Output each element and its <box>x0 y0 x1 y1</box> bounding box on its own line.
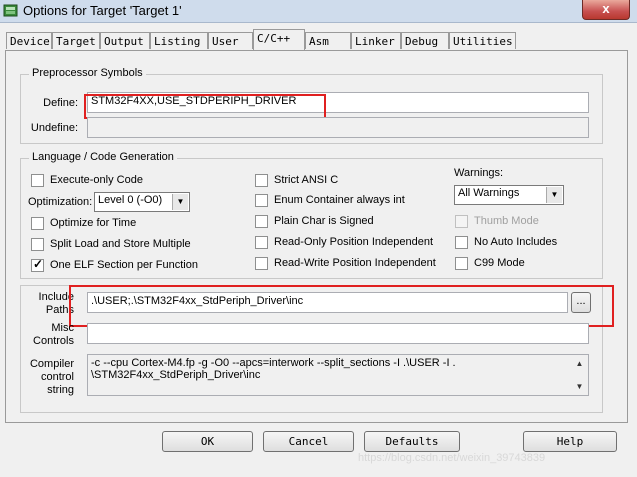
optimization-value: Level 0 (-O0) <box>98 194 163 206</box>
chevron-down-icon: ▼ <box>546 187 562 203</box>
optimization-label: Optimization: <box>28 196 93 208</box>
thumb-mode-checkbox[interactable] <box>455 215 468 228</box>
one-elf-label: One ELF Section per Function <box>50 259 198 271</box>
ok-button[interactable]: OK <box>162 431 253 452</box>
include-paths-label-2: Paths <box>45 304 74 316</box>
optimization-select[interactable]: Level 0 (-O0) ▼ <box>94 192 190 212</box>
warnings-select[interactable]: All Warnings ▼ <box>454 185 564 205</box>
undefine-label: Undefine: <box>30 122 78 134</box>
tab-c-cpp[interactable]: C/C++ <box>253 29 305 50</box>
warnings-label: Warnings: <box>454 167 504 179</box>
thumb-mode-label: Thumb Mode <box>474 215 539 227</box>
execute-only-checkbox[interactable] <box>31 174 44 187</box>
tab-listing[interactable]: Listing <box>150 32 208 49</box>
c-cpp-panel: Preprocessor Symbols Define: STM32F4XX,U… <box>5 50 628 423</box>
tab-debug[interactable]: Debug <box>401 32 449 49</box>
window-title: Options for Target 'Target 1' <box>23 3 182 18</box>
execute-only-label: Execute-only Code <box>50 174 143 186</box>
scroll-down-icon[interactable]: ▼ <box>572 379 587 394</box>
cancel-button[interactable]: Cancel <box>263 431 354 452</box>
misc-controls-label-1: Misc <box>51 322 74 334</box>
defaults-button[interactable]: Defaults <box>364 431 460 452</box>
compiler-string-label-1: Compiler <box>29 358 74 370</box>
compiler-string-line-2: \STM32F4xx_StdPeriph_Driver\inc <box>91 369 261 381</box>
misc-controls-input[interactable] <box>87 323 589 344</box>
plain-char-label: Plain Char is Signed <box>274 215 374 227</box>
tab-user[interactable]: User <box>208 32 253 49</box>
include-paths-label-1: Include <box>38 291 74 303</box>
preprocessor-group-title: Preprocessor Symbols <box>29 67 146 79</box>
plain-char-checkbox[interactable] <box>255 215 268 228</box>
misc-controls-label-2: Controls <box>33 335 74 347</box>
watermark-text: https://blog.csdn.net/weixin_39743839 <box>358 452 546 464</box>
enum-container-label: Enum Container always int <box>274 194 405 206</box>
options-dialog: Options for Target 'Target 1' x Device T… <box>0 0 637 477</box>
warnings-value: All Warnings <box>458 187 520 199</box>
chevron-down-icon: ▼ <box>172 194 188 210</box>
c99-mode-label: C99 Mode <box>474 257 525 269</box>
keil-app-icon <box>3 4 18 17</box>
define-label: Define: <box>43 97 78 109</box>
rw-pi-checkbox[interactable] <box>255 257 268 270</box>
title-bar: Options for Target 'Target 1' x <box>0 0 637 23</box>
compiler-string-label-2: control <box>40 371 74 383</box>
split-load-label: Split Load and Store Multiple <box>50 238 191 250</box>
strict-ansi-checkbox[interactable] <box>255 174 268 187</box>
optimize-time-label: Optimize for Time <box>50 217 137 229</box>
close-button[interactable]: x <box>582 0 630 20</box>
tab-linker[interactable]: Linker <box>351 32 401 49</box>
tab-device[interactable]: Device <box>6 32 52 49</box>
c99-mode-checkbox[interactable] <box>455 257 468 270</box>
ro-pi-label: Read-Only Position Independent <box>274 236 433 248</box>
optimize-time-checkbox[interactable] <box>31 217 44 230</box>
split-load-checkbox[interactable] <box>31 238 44 251</box>
undefine-input[interactable] <box>87 117 589 138</box>
close-icon: x <box>602 1 610 16</box>
compiler-string-label-3: string <box>47 384 74 396</box>
tab-target[interactable]: Target <box>52 32 100 49</box>
enum-container-checkbox[interactable] <box>255 194 268 207</box>
rw-pi-label: Read-Write Position Independent <box>274 257 436 269</box>
include-paths-highlight-box <box>69 285 614 327</box>
no-auto-includes-label: No Auto Includes <box>474 236 558 248</box>
compiler-string-box[interactable]: -c --cpu Cortex-M4.fp -g -O0 --apcs=inte… <box>87 354 589 396</box>
help-button[interactable]: Help <box>523 431 617 452</box>
language-group-title: Language / Code Generation <box>29 151 177 163</box>
tab-utilities[interactable]: Utilities <box>449 32 516 49</box>
tab-asm[interactable]: Asm <box>305 32 351 49</box>
tab-output[interactable]: Output <box>100 32 150 49</box>
no-auto-includes-checkbox[interactable] <box>455 236 468 249</box>
compiler-string-scrollbar[interactable]: ▲ ▼ <box>572 356 587 394</box>
one-elf-checkbox[interactable] <box>31 257 44 272</box>
ro-pi-checkbox[interactable] <box>255 236 268 249</box>
define-highlight-box <box>84 94 326 119</box>
strict-ansi-label: Strict ANSI C <box>274 174 339 186</box>
compiler-string-line-1: -c --cpu Cortex-M4.fp -g -O0 --apcs=inte… <box>91 357 456 369</box>
scroll-up-icon[interactable]: ▲ <box>572 356 587 371</box>
